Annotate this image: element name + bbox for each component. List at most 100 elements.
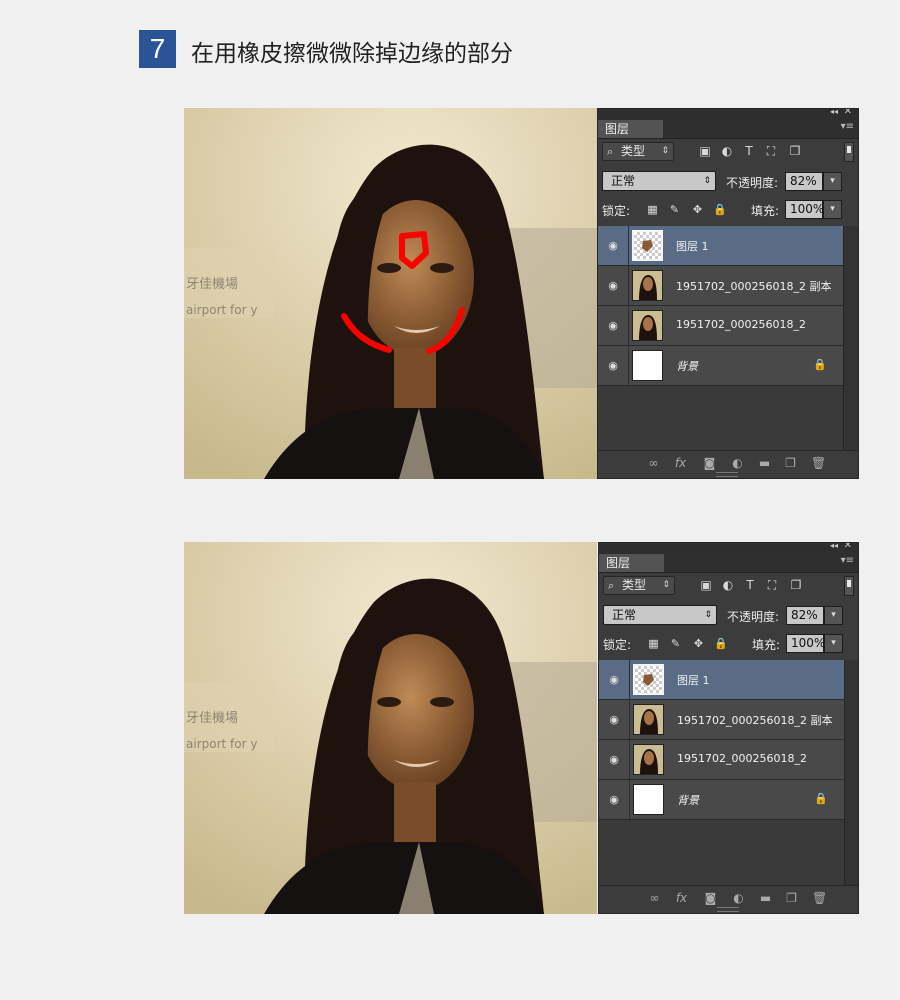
lock-pixels-brush-icon[interactable]: ✎ bbox=[669, 637, 682, 650]
adjustment-filter-icon[interactable]: ◐ bbox=[720, 144, 734, 158]
opacity-dropdown-icon[interactable]: ▾ bbox=[823, 172, 842, 191]
adjustment-layer-icon[interactable]: ◐ bbox=[731, 891, 746, 906]
layer-thumbnail bbox=[633, 784, 664, 815]
updown-icon: ⇕ bbox=[704, 610, 712, 620]
image-filter-icon[interactable]: ▣ bbox=[698, 144, 712, 158]
layer-thumbnail bbox=[632, 310, 663, 341]
resize-grip[interactable] bbox=[716, 472, 738, 477]
layer-row[interactable]: ◉ 1951702_000256018_2 bbox=[598, 306, 843, 346]
layer-row[interactable]: ◉ 图层 1 bbox=[598, 226, 843, 266]
background-sign-text: 牙佳機場 bbox=[186, 711, 238, 726]
screenshot-before: 牙佳機場 airport for y ◂◂ ✕ 图层 ▾≡ ⌕ 类型 ⇕ ▣ ◐… bbox=[184, 108, 859, 479]
lock-all-icon[interactable]: 🔒 bbox=[714, 637, 728, 650]
link-layers-icon[interactable]: ∞ bbox=[647, 891, 662, 906]
fill-label: 填充: bbox=[752, 638, 781, 652]
smart-object-filter-icon[interactable]: ❐ bbox=[789, 578, 803, 592]
type-filter-icon[interactable]: T bbox=[742, 144, 756, 158]
lock-pixels-brush-icon[interactable]: ✎ bbox=[668, 203, 681, 216]
group-folder-icon[interactable]: ▬ bbox=[757, 456, 772, 471]
new-layer-icon[interactable]: ❐ bbox=[784, 891, 799, 906]
lock-transparent-icon[interactable]: ▦ bbox=[647, 637, 660, 650]
eye-visibility-icon[interactable]: ◉ bbox=[606, 279, 620, 293]
smart-object-filter-icon[interactable]: ❐ bbox=[788, 144, 802, 158]
layer-name[interactable]: 1951702_000256018_2 副本 bbox=[676, 278, 831, 294]
image-filter-icon[interactable]: ▣ bbox=[699, 578, 713, 592]
layers-panel: ◂◂ ✕ 图层 ▾≡ ⌕ 类型 ⇕ ▣ ◐ T ⛶ ❐ 正常 ⇕ 不透明度: 8… bbox=[598, 542, 859, 914]
background-sign-text: 牙佳機場 bbox=[186, 277, 238, 292]
opacity-input[interactable]: 82% bbox=[786, 606, 824, 625]
filter-toggle-switch[interactable] bbox=[844, 576, 854, 596]
opacity-input[interactable]: 82% bbox=[785, 172, 823, 191]
lock-transparent-icon[interactable]: ▦ bbox=[646, 203, 659, 216]
eye-visibility-icon[interactable]: ◉ bbox=[606, 359, 620, 373]
lock-fill-row: 锁定: ▦ ✎ ✥ 🔒 填充: 100% ▾ bbox=[603, 633, 854, 655]
lock-position-icon[interactable]: ✥ bbox=[692, 637, 705, 650]
eye-visibility-icon[interactable]: ◉ bbox=[607, 713, 621, 727]
tab-layers[interactable]: 图层 bbox=[599, 554, 664, 572]
fill-dropdown-icon[interactable]: ▾ bbox=[823, 200, 842, 219]
layer-row[interactable]: ◉ 背景 🔒 bbox=[598, 346, 843, 386]
layer-name[interactable]: 图层 1 bbox=[676, 238, 709, 254]
blend-mode-value: 正常 bbox=[612, 608, 637, 622]
collapse-icon[interactable]: ◂◂ bbox=[830, 543, 838, 550]
eye-visibility-icon[interactable]: ◉ bbox=[606, 319, 620, 333]
layers-scrollbar[interactable] bbox=[844, 660, 858, 885]
blend-mode-value: 正常 bbox=[611, 174, 636, 188]
filter-kind-label: 类型 bbox=[621, 144, 646, 158]
layer-row[interactable]: ◉ 背景 🔒 bbox=[599, 780, 844, 820]
layer-name[interactable]: 1951702_000256018_2 bbox=[676, 318, 806, 331]
collapse-icon[interactable]: ◂◂ bbox=[830, 109, 838, 116]
filter-toggle-switch[interactable] bbox=[844, 142, 854, 162]
new-layer-icon[interactable]: ❐ bbox=[783, 456, 798, 471]
layer-mask-icon[interactable]: ◙ bbox=[703, 891, 718, 906]
screenshot-after: 牙佳機場 airport for y ◂◂ ✕ 图层 ▾≡ ⌕ 类型 ⇕ ▣ ◐… bbox=[184, 542, 859, 914]
updown-icon: ⇕ bbox=[703, 176, 711, 186]
shape-filter-icon[interactable]: ⛶ bbox=[764, 144, 778, 158]
adjustment-filter-icon[interactable]: ◐ bbox=[721, 578, 735, 592]
type-filter-icon[interactable]: T bbox=[743, 578, 757, 592]
fill-input[interactable]: 100% bbox=[785, 200, 824, 219]
layer-row[interactable]: ◉ 1951702_000256018_2 bbox=[599, 740, 844, 780]
layer-row[interactable]: ◉ 1951702_000256018_2 副本 bbox=[599, 700, 844, 740]
lock-fill-row: 锁定: ▦ ✎ ✥ 🔒 填充: 100% ▾ bbox=[602, 199, 854, 221]
trash-icon[interactable]: 🗑 bbox=[811, 456, 826, 471]
panel-menu-icon[interactable]: ▾≡ bbox=[841, 121, 854, 132]
eye-visibility-icon[interactable]: ◉ bbox=[607, 673, 621, 687]
layer-name[interactable]: 1951702_000256018_2 bbox=[677, 752, 807, 765]
lock-all-icon[interactable]: 🔒 bbox=[713, 203, 727, 216]
layers-scrollbar[interactable] bbox=[843, 226, 858, 451]
trash-icon[interactable]: 🗑 bbox=[812, 891, 827, 906]
blend-mode-select[interactable]: 正常 ⇕ bbox=[602, 171, 716, 191]
panel-menu-icon[interactable]: ▾≡ bbox=[841, 555, 854, 566]
layer-mask-icon[interactable]: ◙ bbox=[702, 456, 717, 471]
fill-dropdown-icon[interactable]: ▾ bbox=[824, 634, 843, 653]
eye-visibility-icon[interactable]: ◉ bbox=[606, 239, 620, 253]
group-folder-icon[interactable]: ▬ bbox=[758, 891, 773, 906]
link-layers-icon[interactable]: ∞ bbox=[646, 456, 661, 471]
blend-mode-select[interactable]: 正常 ⇕ bbox=[603, 605, 717, 625]
panel-footer: ∞ fx ◙ ◐ ▬ ❐ 🗑 bbox=[599, 885, 858, 913]
fx-icon[interactable]: fx bbox=[673, 456, 688, 471]
layer-name[interactable]: 背景 bbox=[677, 792, 699, 808]
opacity-dropdown-icon[interactable]: ▾ bbox=[824, 606, 843, 625]
filter-kind-select[interactable]: ⌕ 类型 ⇕ bbox=[603, 576, 675, 595]
filter-kind-select[interactable]: ⌕ 类型 ⇕ bbox=[602, 142, 674, 161]
close-icon[interactable]: ✕ bbox=[844, 109, 852, 117]
eye-visibility-icon[interactable]: ◉ bbox=[607, 753, 621, 767]
portrait-photo-with-annotations: 牙佳機場 airport for y bbox=[184, 108, 597, 479]
lock-position-icon[interactable]: ✥ bbox=[691, 203, 704, 216]
resize-grip[interactable] bbox=[717, 907, 739, 912]
layer-name[interactable]: 1951702_000256018_2 副本 bbox=[677, 712, 832, 728]
fill-input[interactable]: 100% bbox=[786, 634, 825, 653]
fx-icon[interactable]: fx bbox=[674, 891, 689, 906]
layer-name[interactable]: 背景 bbox=[676, 358, 698, 374]
close-icon[interactable]: ✕ bbox=[844, 543, 852, 551]
adjustment-layer-icon[interactable]: ◐ bbox=[730, 456, 745, 471]
search-icon: ⌕ bbox=[608, 579, 615, 592]
shape-filter-icon[interactable]: ⛶ bbox=[765, 578, 779, 592]
tab-layers[interactable]: 图层 bbox=[598, 120, 663, 138]
eye-visibility-icon[interactable]: ◉ bbox=[607, 793, 621, 807]
layer-row[interactable]: ◉ 图层 1 bbox=[599, 660, 844, 700]
layer-row[interactable]: ◉ 1951702_000256018_2 副本 bbox=[598, 266, 843, 306]
layer-name[interactable]: 图层 1 bbox=[677, 672, 710, 688]
